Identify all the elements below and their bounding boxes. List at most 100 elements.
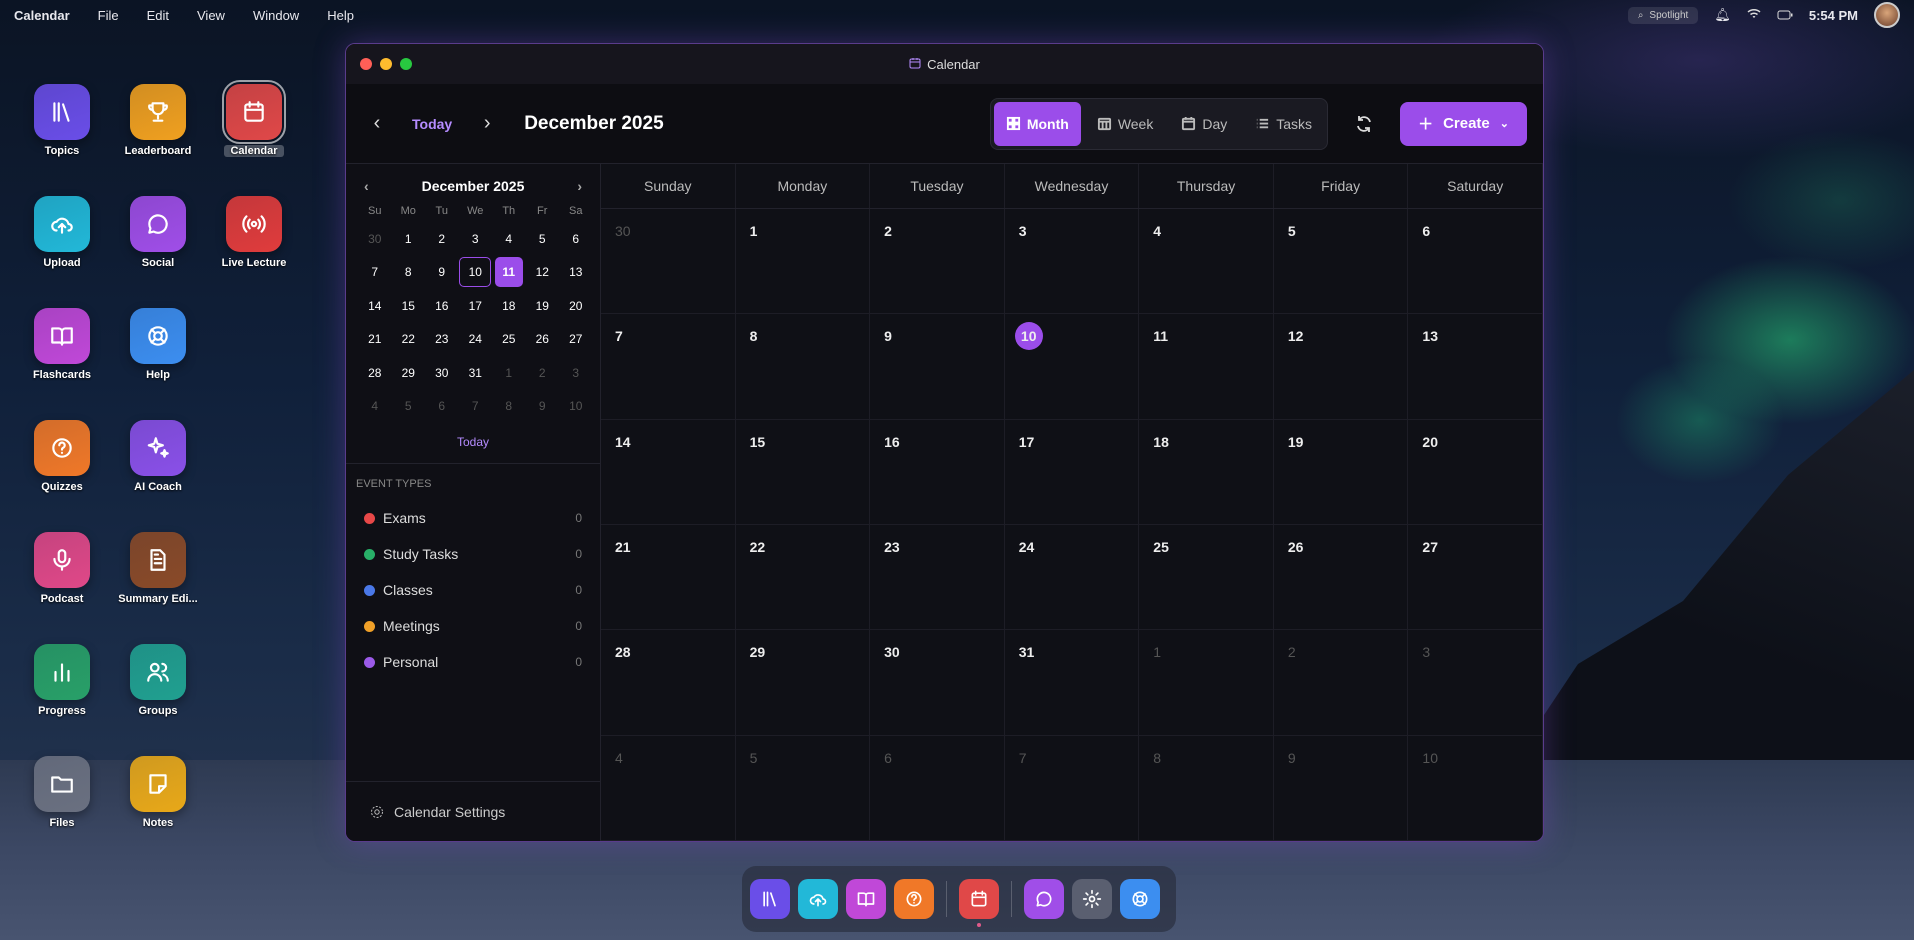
mini-day[interactable]: 5 (526, 222, 560, 256)
prev-month-button[interactable]: ‹ (362, 109, 392, 139)
mini-day[interactable]: 14 (358, 289, 392, 323)
day-cell[interactable]: 10 (1408, 735, 1543, 841)
battery-icon[interactable] (1777, 8, 1793, 23)
day-cell[interactable]: 30 (870, 630, 1005, 736)
mini-day[interactable]: 6 (559, 222, 593, 256)
mini-day[interactable]: 29 (392, 356, 426, 390)
mini-day[interactable]: 1 (392, 222, 426, 256)
day-cell[interactable]: 3 (1408, 630, 1543, 736)
event-type-exams[interactable]: Exams 0 (346, 500, 600, 536)
event-type-meetings[interactable]: Meetings 0 (346, 608, 600, 644)
dock-calendar-icon[interactable] (959, 879, 999, 927)
day-cell[interactable]: 15 (735, 419, 871, 525)
dock-question-icon[interactable] (894, 879, 934, 919)
dock-chat-bubble-icon[interactable] (1024, 879, 1064, 919)
mini-day[interactable]: 27 (559, 323, 593, 357)
day-cell[interactable]: 11 (1139, 314, 1274, 420)
mini-next-button[interactable]: › (577, 178, 582, 194)
mini-day[interactable]: 10 (559, 390, 593, 424)
desktop-icon-podcast[interactable]: Podcast (14, 532, 110, 605)
mini-day[interactable]: 23 (425, 323, 459, 357)
tab-week[interactable]: Week (1085, 102, 1166, 146)
tab-day[interactable]: Day (1169, 102, 1239, 146)
mini-day[interactable]: 15 (392, 289, 426, 323)
mini-day[interactable]: 7 (358, 256, 392, 290)
tab-tasks[interactable]: Tasks (1243, 102, 1324, 146)
create-button[interactable]: ＋ Create ⌄ (1400, 101, 1527, 146)
desktop-icon-leaderboard[interactable]: Leaderboard (110, 84, 206, 157)
desktop-icon-summary-edi[interactable]: Summary Edi... (110, 532, 206, 605)
desktop-icon-topics[interactable]: Topics (14, 84, 110, 157)
mini-day[interactable]: 20 (559, 289, 593, 323)
desktop-icon-ai-coach[interactable]: AI Coach (110, 420, 206, 493)
wifi-icon[interactable] (1747, 8, 1761, 23)
menu-edit[interactable]: Edit (147, 8, 169, 23)
day-cell[interactable]: 27 (1408, 525, 1543, 631)
day-cell[interactable]: 13 (1408, 314, 1543, 420)
mini-day[interactable]: 10 (459, 256, 493, 290)
day-cell[interactable]: 21 (601, 525, 736, 631)
day-cell[interactable]: 19 (1273, 419, 1409, 525)
mini-day[interactable]: 24 (459, 323, 493, 357)
mini-day[interactable]: 25 (492, 323, 526, 357)
desktop-icon-progress[interactable]: Progress (14, 644, 110, 717)
day-cell[interactable]: 8 (735, 314, 871, 420)
dock-gear-icon[interactable] (1072, 879, 1112, 919)
desktop-icon-social[interactable]: Social (110, 196, 206, 269)
mini-day[interactable]: 2 (425, 222, 459, 256)
day-cell[interactable]: 22 (735, 525, 871, 631)
tab-month[interactable]: Month (993, 101, 1081, 146)
event-type-classes[interactable]: Classes 0 (346, 572, 600, 608)
day-cell[interactable]: 12 (1273, 314, 1409, 420)
day-cell[interactable]: 6 (870, 735, 1005, 841)
day-cell[interactable]: 7 (1004, 735, 1140, 841)
day-cell[interactable]: 29 (735, 630, 871, 736)
today-button[interactable]: Today (412, 116, 452, 132)
mini-day[interactable]: 2 (526, 356, 560, 390)
mini-day[interactable]: 19 (526, 289, 560, 323)
mini-today-button[interactable]: Today (346, 423, 600, 464)
bell-icon[interactable]: 🔔︎ (1714, 7, 1731, 23)
desktop-icon-help[interactable]: Help (110, 308, 206, 381)
mini-day[interactable]: 7 (459, 390, 493, 424)
event-type-personal[interactable]: Personal 0 (346, 644, 600, 680)
day-cell[interactable]: 4 (1139, 209, 1274, 315)
mini-day[interactable]: 9 (526, 390, 560, 424)
next-month-button[interactable]: › (472, 109, 502, 139)
day-cell[interactable]: 6 (1408, 209, 1543, 315)
spotlight-button[interactable]: ⌕ Spotlight (1627, 6, 1699, 24)
mini-day[interactable]: 17 (459, 289, 493, 323)
menu-help[interactable]: Help (327, 8, 354, 23)
mini-day[interactable]: 30 (358, 222, 392, 256)
mini-day[interactable]: 22 (392, 323, 426, 357)
day-cell[interactable]: 31 (1004, 630, 1140, 736)
mini-day[interactable]: 28 (358, 356, 392, 390)
day-cell[interactable]: 23 (870, 525, 1005, 631)
day-cell[interactable]: 5 (1273, 209, 1409, 315)
menu-view[interactable]: View (197, 8, 225, 23)
mini-day[interactable]: 4 (358, 390, 392, 424)
desktop-icon-upload[interactable]: Upload (14, 196, 110, 269)
mini-day[interactable]: 4 (492, 222, 526, 256)
avatar[interactable] (1874, 2, 1900, 28)
mini-day[interactable]: 21 (358, 323, 392, 357)
event-type-study-tasks[interactable]: Study Tasks 0 (346, 536, 600, 572)
mini-day[interactable]: 26 (526, 323, 560, 357)
day-cell[interactable]: 17 (1004, 419, 1140, 525)
mini-day[interactable]: 3 (459, 222, 493, 256)
desktop-icon-notes[interactable]: Notes (110, 756, 206, 829)
refresh-button[interactable] (1342, 102, 1386, 146)
day-cell[interactable]: 30 (601, 209, 736, 315)
mini-day[interactable]: 6 (425, 390, 459, 424)
desktop-icon-files[interactable]: Files (14, 756, 110, 829)
menu-window[interactable]: Window (253, 8, 299, 23)
day-cell[interactable]: 16 (870, 419, 1005, 525)
day-cell[interactable]: 8 (1139, 735, 1274, 841)
mini-day[interactable]: 8 (392, 256, 426, 290)
day-cell[interactable]: 5 (735, 735, 871, 841)
mini-day[interactable]: 11 (492, 256, 526, 290)
day-cell[interactable]: 9 (870, 314, 1005, 420)
mini-day[interactable]: 31 (459, 356, 493, 390)
day-cell[interactable]: 25 (1139, 525, 1274, 631)
dock-upload-cloud-icon[interactable] (798, 879, 838, 919)
